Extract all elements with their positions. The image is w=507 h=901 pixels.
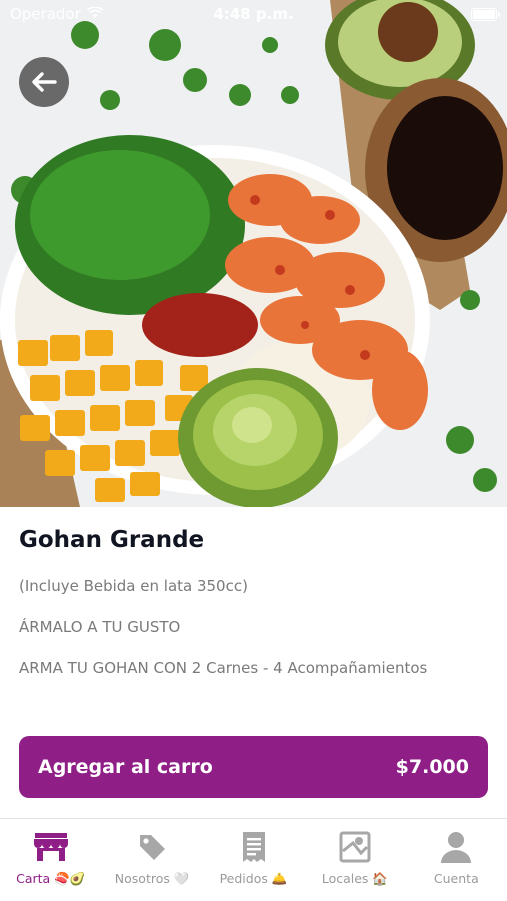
bottom-tab-bar: Carta 🍣🥑 Nosotros 🤍 Pedidos 🛎️ Locales 🏠… — [0, 818, 507, 901]
add-to-cart-label: Agregar al carro — [38, 756, 213, 778]
back-button[interactable] — [19, 57, 69, 107]
tab-locales[interactable]: Locales 🏠 — [304, 819, 405, 901]
storefront-icon — [33, 829, 69, 865]
arrow-left-icon — [32, 72, 57, 92]
status-bar: Operador 4:48 p.m. — [0, 0, 507, 28]
wifi-icon — [86, 5, 103, 23]
user-icon — [440, 829, 472, 865]
status-left: Operador — [10, 5, 103, 23]
tab-cuenta[interactable]: Cuenta — [406, 819, 507, 901]
status-time: 4:48 p.m. — [213, 5, 294, 23]
map-icon — [339, 829, 371, 865]
battery-icon — [471, 7, 500, 21]
product-description-line: ARMA TU GOHAN CON 2 Carnes - 4 Acompañam… — [19, 659, 428, 677]
tab-pedidos[interactable]: Pedidos 🛎️ — [203, 819, 304, 901]
product-price: $7.000 — [395, 756, 469, 778]
tab-label: Carta 🍣🥑 — [16, 871, 86, 886]
product-hero-image — [0, 0, 507, 507]
tab-nosotros[interactable]: Nosotros 🤍 — [101, 819, 202, 901]
tag-icon — [137, 829, 167, 865]
add-to-cart-button[interactable]: Agregar al carro $7.000 — [19, 736, 488, 798]
tab-label: Cuenta — [433, 871, 479, 886]
product-description-line: ÁRMALO A TU GUSTO — [19, 618, 181, 636]
product-title: Gohan Grande — [19, 527, 205, 553]
tab-label: Pedidos 🛎️ — [219, 871, 288, 886]
product-description-line: (Incluye Bebida en lata 350cc) — [19, 577, 248, 595]
tab-carta[interactable]: Carta 🍣🥑 — [0, 819, 101, 901]
tab-label: Locales 🏠 — [321, 871, 388, 886]
poke-bowl-illustration — [0, 0, 507, 507]
receipt-icon — [241, 829, 267, 865]
carrier-label: Operador — [10, 5, 81, 23]
tab-label: Nosotros 🤍 — [114, 871, 190, 886]
